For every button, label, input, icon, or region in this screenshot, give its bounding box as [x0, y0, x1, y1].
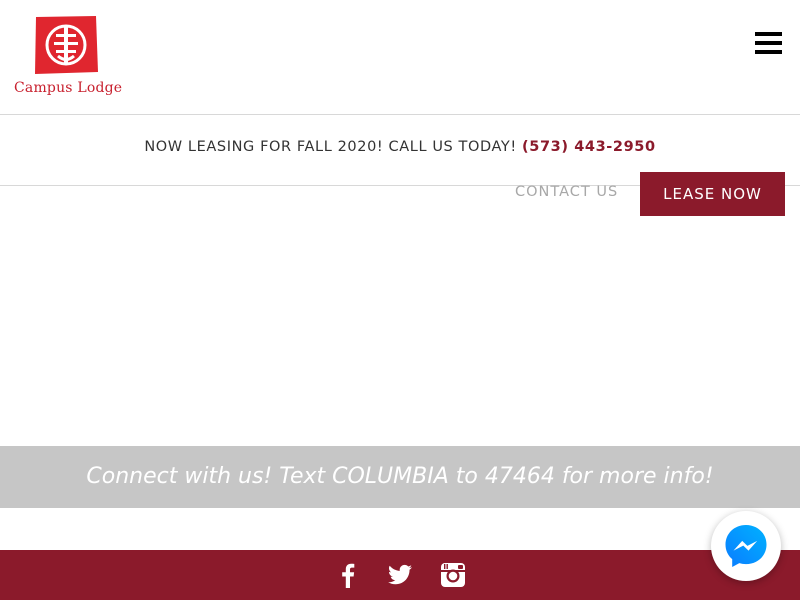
page: Campus Lodge NOW LEASING FOR FALL 2020! … — [0, 0, 800, 600]
logo-wordmark: Campus Lodge — [14, 80, 123, 96]
contact-us-link[interactable]: CONTACT US — [515, 184, 618, 204]
hamburger-menu-icon[interactable] — [755, 32, 782, 54]
instagram-icon[interactable] — [439, 561, 467, 589]
phone-number-link[interactable]: (573) 443-2950 — [522, 139, 656, 155]
footer-social-bar — [0, 550, 800, 600]
lease-now-button[interactable]: LEASE NOW — [640, 172, 785, 216]
menu-bar — [755, 41, 782, 45]
announcement-text: NOW LEASING FOR FALL 2020! CALL US TODAY… — [144, 139, 517, 155]
connect-text: Connect with us! Text COLUMBIA to 47464 … — [86, 464, 714, 489]
menu-bar — [755, 32, 782, 36]
logo-emblem-icon — [35, 16, 98, 74]
facebook-icon[interactable] — [334, 561, 362, 589]
messenger-icon — [725, 525, 767, 567]
messenger-chat-button[interactable] — [711, 511, 781, 581]
menu-bar — [755, 50, 782, 54]
twitter-icon[interactable] — [386, 561, 414, 589]
campus-lodge-logo[interactable]: Campus Lodge — [14, 14, 123, 100]
text-connect-banner: Connect with us! Text COLUMBIA to 47464 … — [0, 446, 800, 508]
site-header: Campus Lodge — [0, 0, 800, 115]
